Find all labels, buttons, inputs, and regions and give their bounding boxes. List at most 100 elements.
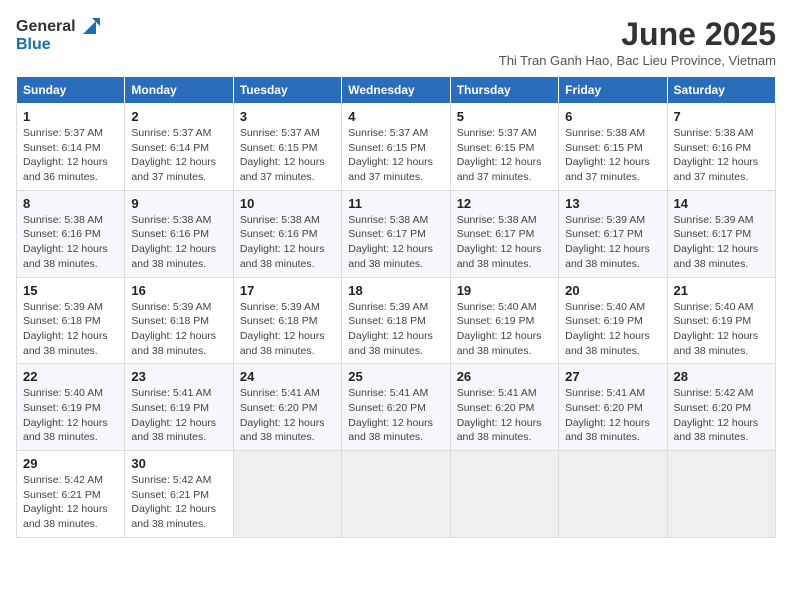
- calendar-week-row: 15 Sunrise: 5:39 AMSunset: 6:18 PMDaylig…: [17, 277, 776, 364]
- calendar-cell: 7 Sunrise: 5:38 AMSunset: 6:16 PMDayligh…: [667, 104, 775, 191]
- calendar-cell: 12 Sunrise: 5:38 AMSunset: 6:17 PMDaylig…: [450, 190, 558, 277]
- day-info: Sunrise: 5:40 AMSunset: 6:19 PMDaylight:…: [457, 301, 542, 357]
- day-number: 11: [348, 196, 443, 211]
- calendar-cell: [233, 451, 341, 538]
- calendar-cell: 23 Sunrise: 5:41 AMSunset: 6:19 PMDaylig…: [125, 364, 233, 451]
- day-number: 13: [565, 196, 660, 211]
- calendar-cell: 18 Sunrise: 5:39 AMSunset: 6:18 PMDaylig…: [342, 277, 450, 364]
- calendar-cell: 19 Sunrise: 5:40 AMSunset: 6:19 PMDaylig…: [450, 277, 558, 364]
- day-info: Sunrise: 5:39 AMSunset: 6:18 PMDaylight:…: [348, 301, 433, 357]
- day-number: 17: [240, 283, 335, 298]
- calendar-cell: 29 Sunrise: 5:42 AMSunset: 6:21 PMDaylig…: [17, 451, 125, 538]
- day-info: Sunrise: 5:38 AMSunset: 6:16 PMDaylight:…: [23, 214, 108, 270]
- calendar-cell: 15 Sunrise: 5:39 AMSunset: 6:18 PMDaylig…: [17, 277, 125, 364]
- day-number: 6: [565, 109, 660, 124]
- calendar-week-row: 29 Sunrise: 5:42 AMSunset: 6:21 PMDaylig…: [17, 451, 776, 538]
- day-info: Sunrise: 5:37 AMSunset: 6:14 PMDaylight:…: [131, 127, 216, 183]
- calendar-cell: 1 Sunrise: 5:37 AMSunset: 6:14 PMDayligh…: [17, 104, 125, 191]
- day-number: 9: [131, 196, 226, 211]
- day-number: 28: [674, 369, 769, 384]
- calendar-cell: 16 Sunrise: 5:39 AMSunset: 6:18 PMDaylig…: [125, 277, 233, 364]
- header: General Blue June 2025 Thi Tran Ganh Hao…: [16, 16, 776, 68]
- day-info: Sunrise: 5:40 AMSunset: 6:19 PMDaylight:…: [674, 301, 759, 357]
- day-number: 1: [23, 109, 118, 124]
- col-friday: Friday: [559, 77, 667, 104]
- day-number: 26: [457, 369, 552, 384]
- calendar-cell: [667, 451, 775, 538]
- day-number: 30: [131, 456, 226, 471]
- day-info: Sunrise: 5:37 AMSunset: 6:15 PMDaylight:…: [240, 127, 325, 183]
- day-info: Sunrise: 5:38 AMSunset: 6:17 PMDaylight:…: [348, 214, 433, 270]
- calendar-cell: [342, 451, 450, 538]
- logo-triangle-icon: [78, 16, 100, 38]
- col-saturday: Saturday: [667, 77, 775, 104]
- calendar-cell: 5 Sunrise: 5:37 AMSunset: 6:15 PMDayligh…: [450, 104, 558, 191]
- calendar-cell: 8 Sunrise: 5:38 AMSunset: 6:16 PMDayligh…: [17, 190, 125, 277]
- day-info: Sunrise: 5:37 AMSunset: 6:14 PMDaylight:…: [23, 127, 108, 183]
- calendar-cell: 14 Sunrise: 5:39 AMSunset: 6:17 PMDaylig…: [667, 190, 775, 277]
- day-info: Sunrise: 5:39 AMSunset: 6:18 PMDaylight:…: [240, 301, 325, 357]
- day-info: Sunrise: 5:38 AMSunset: 6:16 PMDaylight:…: [674, 127, 759, 183]
- calendar-week-row: 8 Sunrise: 5:38 AMSunset: 6:16 PMDayligh…: [17, 190, 776, 277]
- calendar-week-row: 1 Sunrise: 5:37 AMSunset: 6:14 PMDayligh…: [17, 104, 776, 191]
- day-number: 22: [23, 369, 118, 384]
- calendar-cell: 13 Sunrise: 5:39 AMSunset: 6:17 PMDaylig…: [559, 190, 667, 277]
- day-number: 21: [674, 283, 769, 298]
- title-area: June 2025 Thi Tran Ganh Hao, Bac Lieu Pr…: [499, 16, 776, 68]
- calendar-cell: 9 Sunrise: 5:38 AMSunset: 6:16 PMDayligh…: [125, 190, 233, 277]
- day-info: Sunrise: 5:42 AMSunset: 6:20 PMDaylight:…: [674, 387, 759, 443]
- day-info: Sunrise: 5:41 AMSunset: 6:20 PMDaylight:…: [240, 387, 325, 443]
- col-thursday: Thursday: [450, 77, 558, 104]
- calendar-cell: [559, 451, 667, 538]
- day-number: 18: [348, 283, 443, 298]
- col-wednesday: Wednesday: [342, 77, 450, 104]
- day-info: Sunrise: 5:38 AMSunset: 6:17 PMDaylight:…: [457, 214, 542, 270]
- calendar-cell: 28 Sunrise: 5:42 AMSunset: 6:20 PMDaylig…: [667, 364, 775, 451]
- day-info: Sunrise: 5:39 AMSunset: 6:17 PMDaylight:…: [565, 214, 650, 270]
- calendar: Sunday Monday Tuesday Wednesday Thursday…: [16, 76, 776, 538]
- calendar-cell: 20 Sunrise: 5:40 AMSunset: 6:19 PMDaylig…: [559, 277, 667, 364]
- day-number: 23: [131, 369, 226, 384]
- day-info: Sunrise: 5:38 AMSunset: 6:16 PMDaylight:…: [240, 214, 325, 270]
- calendar-cell: 24 Sunrise: 5:41 AMSunset: 6:20 PMDaylig…: [233, 364, 341, 451]
- calendar-cell: 21 Sunrise: 5:40 AMSunset: 6:19 PMDaylig…: [667, 277, 775, 364]
- day-number: 19: [457, 283, 552, 298]
- col-sunday: Sunday: [17, 77, 125, 104]
- logo-block: General Blue: [16, 16, 100, 54]
- calendar-cell: 4 Sunrise: 5:37 AMSunset: 6:15 PMDayligh…: [342, 104, 450, 191]
- day-number: 2: [131, 109, 226, 124]
- calendar-cell: 30 Sunrise: 5:42 AMSunset: 6:21 PMDaylig…: [125, 451, 233, 538]
- logo-general: General: [16, 18, 76, 36]
- day-number: 16: [131, 283, 226, 298]
- day-info: Sunrise: 5:41 AMSunset: 6:20 PMDaylight:…: [565, 387, 650, 443]
- logo: General Blue: [16, 16, 100, 54]
- day-number: 27: [565, 369, 660, 384]
- day-number: 14: [674, 196, 769, 211]
- calendar-cell: 25 Sunrise: 5:41 AMSunset: 6:20 PMDaylig…: [342, 364, 450, 451]
- day-number: 10: [240, 196, 335, 211]
- calendar-cell: 10 Sunrise: 5:38 AMSunset: 6:16 PMDaylig…: [233, 190, 341, 277]
- calendar-cell: [450, 451, 558, 538]
- logo-blue: Blue: [16, 36, 100, 54]
- day-number: 20: [565, 283, 660, 298]
- day-number: 5: [457, 109, 552, 124]
- day-number: 29: [23, 456, 118, 471]
- day-number: 3: [240, 109, 335, 124]
- calendar-cell: 22 Sunrise: 5:40 AMSunset: 6:19 PMDaylig…: [17, 364, 125, 451]
- day-info: Sunrise: 5:40 AMSunset: 6:19 PMDaylight:…: [23, 387, 108, 443]
- day-info: Sunrise: 5:40 AMSunset: 6:19 PMDaylight:…: [565, 301, 650, 357]
- calendar-week-row: 22 Sunrise: 5:40 AMSunset: 6:19 PMDaylig…: [17, 364, 776, 451]
- day-info: Sunrise: 5:41 AMSunset: 6:20 PMDaylight:…: [457, 387, 542, 443]
- day-info: Sunrise: 5:38 AMSunset: 6:16 PMDaylight:…: [131, 214, 216, 270]
- day-number: 15: [23, 283, 118, 298]
- calendar-cell: 2 Sunrise: 5:37 AMSunset: 6:14 PMDayligh…: [125, 104, 233, 191]
- day-number: 4: [348, 109, 443, 124]
- col-monday: Monday: [125, 77, 233, 104]
- subtitle: Thi Tran Ganh Hao, Bac Lieu Province, Vi…: [499, 53, 776, 68]
- day-number: 8: [23, 196, 118, 211]
- day-info: Sunrise: 5:39 AMSunset: 6:18 PMDaylight:…: [23, 301, 108, 357]
- day-info: Sunrise: 5:39 AMSunset: 6:17 PMDaylight:…: [674, 214, 759, 270]
- day-info: Sunrise: 5:41 AMSunset: 6:20 PMDaylight:…: [348, 387, 433, 443]
- day-info: Sunrise: 5:38 AMSunset: 6:15 PMDaylight:…: [565, 127, 650, 183]
- day-info: Sunrise: 5:39 AMSunset: 6:18 PMDaylight:…: [131, 301, 216, 357]
